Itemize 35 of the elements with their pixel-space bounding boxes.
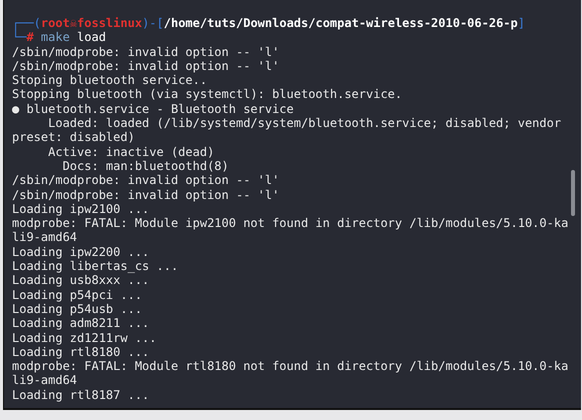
prompt-frame-text: )-[ bbox=[142, 16, 164, 30]
output-line: Docs: man:bluetoothd(8) bbox=[62, 158, 230, 174]
output-line: Loading adm8211 ... bbox=[12, 316, 150, 331]
output-line: preset: disabled) bbox=[12, 130, 136, 145]
output-line: li9-amd64 bbox=[12, 373, 78, 388]
output-line: /sbin/modprobe: invalid option -- 'l' bbox=[12, 58, 280, 74]
output-line: Loading ipw2100 ... bbox=[12, 202, 150, 216]
output-line: li9-amd64 bbox=[12, 230, 78, 245]
prompt-path-text: /home/tuts/Downloads/compat-wireless-2010-06-26-p bbox=[164, 16, 518, 30]
command-text: make bbox=[40, 30, 70, 44]
output-line: modprobe: FATAL: Module ipw2100 not found in directory /lib/modules/5.10.0-ka bbox=[12, 216, 570, 230]
output-line: /sbin/modprobe: invalid option -- 'l' bbox=[12, 173, 280, 188]
output-line: ● bluetooth.service - Bluetooth service bbox=[12, 102, 295, 116]
scrollbar[interactable] bbox=[571, 170, 575, 216]
prompt-user-text: root☠fosslinux bbox=[40, 16, 142, 30]
output-line: Stopping bluetooth (via systemctl): bluetooth.service. bbox=[12, 87, 404, 102]
output-line: /sbin/modprobe: invalid option -- 'l' bbox=[12, 188, 280, 202]
output-line: Loading usb8xxx ... bbox=[12, 273, 150, 288]
output-line: Active: inactive (dead) bbox=[47, 144, 216, 159]
prompt-frame-text: └─ bbox=[12, 30, 26, 44]
output-line: Loading p54pci ... bbox=[12, 288, 144, 302]
output-line: Loading libertas_cs ... bbox=[12, 259, 180, 274]
output-line: Loading p54usb ... bbox=[12, 302, 144, 316]
output-line: Loaded: loaded (/lib/systemd/system/bluetooth.service; disabled; vendor bbox=[47, 116, 562, 130]
output-line: /sbin/modprobe: invalid option -- 'l' bbox=[12, 44, 280, 59]
prompt-frame-text: ┌──( bbox=[12, 16, 41, 30]
output-line: Stoping bluetooth service.. bbox=[12, 73, 208, 88]
output-line: Loading rtl8180 ... bbox=[12, 344, 150, 360]
output-line: modprobe: FATAL: Module rtl8180 not found in directory /lib/modules/5.10.0-ka bbox=[12, 359, 570, 374]
output-line: Loading rtl8187 ... bbox=[12, 388, 150, 402]
argument-text: load bbox=[76, 30, 106, 44]
prompt-frame-text: ] bbox=[518, 16, 525, 30]
output-line: Loading zd1211rw ... bbox=[12, 330, 158, 345]
output-line: Loading ipw2200 ... bbox=[12, 244, 150, 260]
prompt-user-text: # bbox=[26, 30, 34, 44]
